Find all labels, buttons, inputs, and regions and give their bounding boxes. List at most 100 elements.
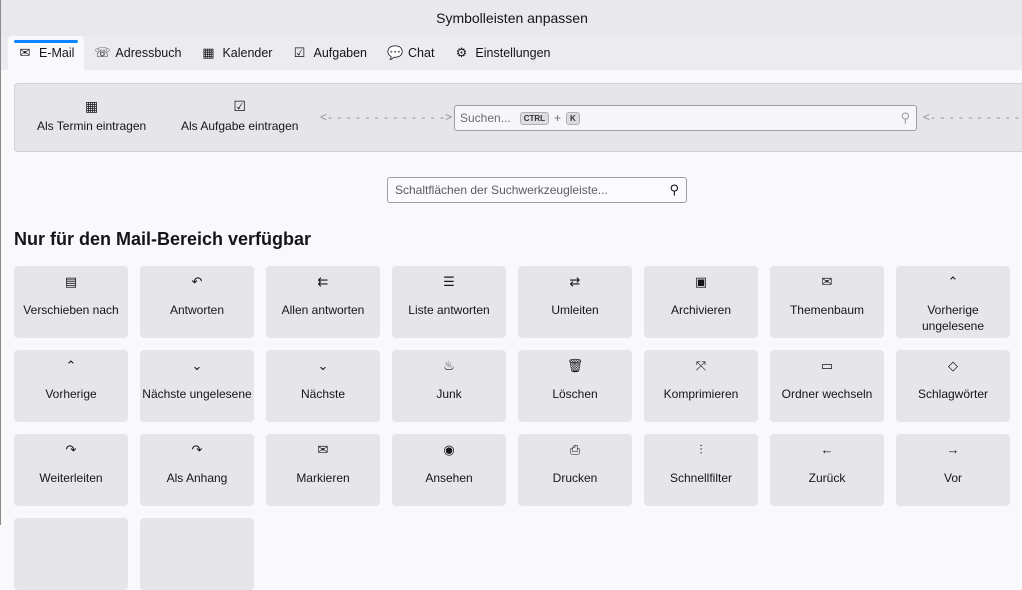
add-event-label: Als Termin eintragen (37, 119, 147, 133)
palette-button-label: Markieren (296, 471, 350, 485)
tag-icon: ◇ (948, 358, 958, 373)
palette-button[interactable]: ◇ Schlagwörter (896, 350, 1010, 422)
palette-button-label: Schlagwörter (917, 387, 989, 401)
mail-icon: ✉ (19, 45, 31, 60)
tab-kalender[interactable]: ▦ Kalender (191, 36, 282, 70)
palette-button[interactable]: ⌃ Vorherige ungelesene (896, 266, 1010, 338)
tab-label: Einstellungen (475, 46, 551, 60)
palette-button[interactable]: ← Zurück (770, 434, 884, 506)
next-icon: ⌄ (317, 358, 329, 373)
palette-button[interactable]: ↶ Antworten (140, 266, 254, 338)
palette-button-label: Nächste (300, 387, 346, 401)
palette-button-label: Löschen (552, 387, 598, 401)
palette-button-label: Zurück (808, 471, 846, 485)
tasks-icon: ☑ (293, 45, 306, 60)
palette-button[interactable]: → Vor (896, 434, 1010, 506)
palette-button[interactable]: ⌃ Vorherige (14, 350, 128, 422)
palette-button-label: Komprimieren (663, 387, 739, 401)
palette-button[interactable]: ▭ Ordner wechseln (770, 350, 884, 422)
flexible-spacer-right[interactable]: <- - - - - - - - - - - - - (923, 110, 1022, 124)
window-title: Symbolleisten anpassen (1, 0, 1022, 36)
palette-button-label: Ansehen (425, 471, 473, 485)
palette-button[interactable]: ▣ Archivieren (644, 266, 758, 338)
palette-button-label: Junk (436, 387, 462, 401)
palette-button[interactable]: ⌄ Nächste ungelesene (140, 350, 254, 422)
palette-search-input[interactable]: Schaltflächen der Suchwerkzeugleiste... … (387, 177, 687, 203)
tab-aufgaben[interactable]: ☑ Aufgaben (282, 36, 377, 70)
palette-button[interactable] (140, 518, 254, 590)
palette-button[interactable]: ⇄ Umleiten (518, 266, 632, 338)
calendar-add-icon: ▦ (84, 98, 99, 114)
view-icon: ◉ (443, 442, 455, 457)
redirect-icon: ⇄ (569, 274, 581, 289)
search-icon: ⚲ (669, 182, 679, 197)
palette-search-placeholder: Schaltflächen der Suchwerkzeugleiste... (395, 183, 608, 197)
reply-all-icon: ⇇ (317, 274, 329, 289)
forward-attachment-icon: ↷ (191, 442, 203, 457)
folder-icon: ▭ (820, 358, 834, 373)
palette-button-label: Drucken (552, 471, 598, 485)
palette-button-label: Vorherige (45, 387, 97, 401)
palette-button-label: Vor (943, 471, 962, 485)
move-icon: ▤ (64, 274, 78, 289)
palette-button[interactable]: ✉ Themenbaum (770, 266, 884, 338)
search-icon: ⚲ (900, 110, 910, 125)
thread-icon: ✉ (821, 274, 833, 289)
palette-button-label: Allen antworten (281, 303, 365, 317)
tab-e-mail[interactable]: ✉ E-Mail (8, 36, 85, 70)
address-book-icon: ☏ (94, 45, 111, 60)
tab-adressbuch[interactable]: ☏ Adressbuch (84, 36, 191, 70)
palette-button[interactable]: ↷ Weiterleiten (14, 434, 128, 506)
palette-button[interactable]: ⇇ Allen antworten (266, 266, 380, 338)
palette-button[interactable]: ☰ Liste antworten (392, 266, 506, 338)
palette-button[interactable]: ⤧ Komprimieren (644, 350, 758, 422)
palette-button[interactable]: ♨ Junk (392, 350, 506, 422)
palette-button[interactable]: ⫶ Schnellfilter (644, 434, 758, 506)
palette-button-label: Als Anhang (166, 471, 228, 485)
gear-icon: ⚙ (455, 45, 468, 60)
toolbar-preview[interactable]: ▦ Als Termin eintragen ☑ Als Aufgabe ein… (14, 83, 1022, 152)
palette-button[interactable]: ⎙ Drucken (518, 434, 632, 506)
calendar-icon: ▦ (202, 45, 215, 60)
palette-button[interactable]: ✉ Markieren (266, 434, 380, 506)
palette-button[interactable]: 🗑 Löschen (518, 350, 632, 422)
print-icon: ⎙ (569, 442, 581, 457)
palette-button-label: Umleiten (551, 303, 599, 317)
tab-label: Aufgaben (313, 46, 368, 60)
forward-arrow-icon: → (946, 442, 960, 457)
tab-label: Chat (408, 46, 435, 60)
search-placeholder: Suchen... (460, 111, 511, 125)
section-title: Nur für den Mail-Bereich verfügbar (14, 229, 312, 249)
palette-button[interactable]: ▤ Verschieben nach (14, 266, 128, 338)
palette-button-label: Verschieben nach (23, 303, 119, 317)
tab-bar: ✉ E-Mail ☏ Adressbuch ▦ Kalender ☑ Aufgaben 💬 Cha… (1, 36, 1022, 70)
tab-chat[interactable]: 💬 Chat (377, 36, 444, 70)
chat-icon: 💬 (387, 45, 404, 60)
archive-icon: ▣ (694, 274, 708, 289)
palette-button[interactable]: ◉ Ansehen (392, 434, 506, 506)
tab-einstellungen[interactable]: ⚙ Einstellungen (444, 36, 560, 70)
forward-icon: ↷ (65, 442, 77, 457)
junk-icon: ♨ (443, 358, 455, 373)
add-event-button[interactable]: ▦ Als Termin eintragen (37, 98, 146, 133)
palette-button-label: Liste antworten (408, 303, 490, 317)
palette-button-label: Weiterleiten (39, 471, 103, 485)
blank-icon (140, 526, 254, 546)
palette-button[interactable]: ↷ Als Anhang (140, 434, 254, 506)
flexible-spacer[interactable]: <- - - - - - - - - - - - -> (320, 110, 453, 124)
palette-button-label: Nächste ungelesene (142, 387, 252, 401)
tab-label: Kalender (222, 46, 273, 60)
palette-button-label: Archivieren (670, 303, 732, 317)
palette-button-label: Antworten (169, 303, 225, 317)
global-search-input[interactable]: Suchen... CTRL + K ⚲ (454, 105, 917, 131)
palette-button-label: Schnellfilter (669, 471, 733, 485)
compact-icon: ⤧ (695, 358, 707, 373)
tab-label: Adressbuch (115, 46, 182, 60)
palette-button[interactable] (14, 518, 128, 590)
filter-icon: ⫶ (699, 442, 703, 457)
add-task-button[interactable]: ☑ Als Aufgabe eintragen (181, 98, 298, 133)
next-unread-icon: ⌄ (191, 358, 203, 373)
palette-button-label: Ordner wechseln (781, 387, 873, 401)
palette-button[interactable]: ⌄ Nächste (266, 350, 380, 422)
kbd-plus: + (554, 111, 562, 125)
